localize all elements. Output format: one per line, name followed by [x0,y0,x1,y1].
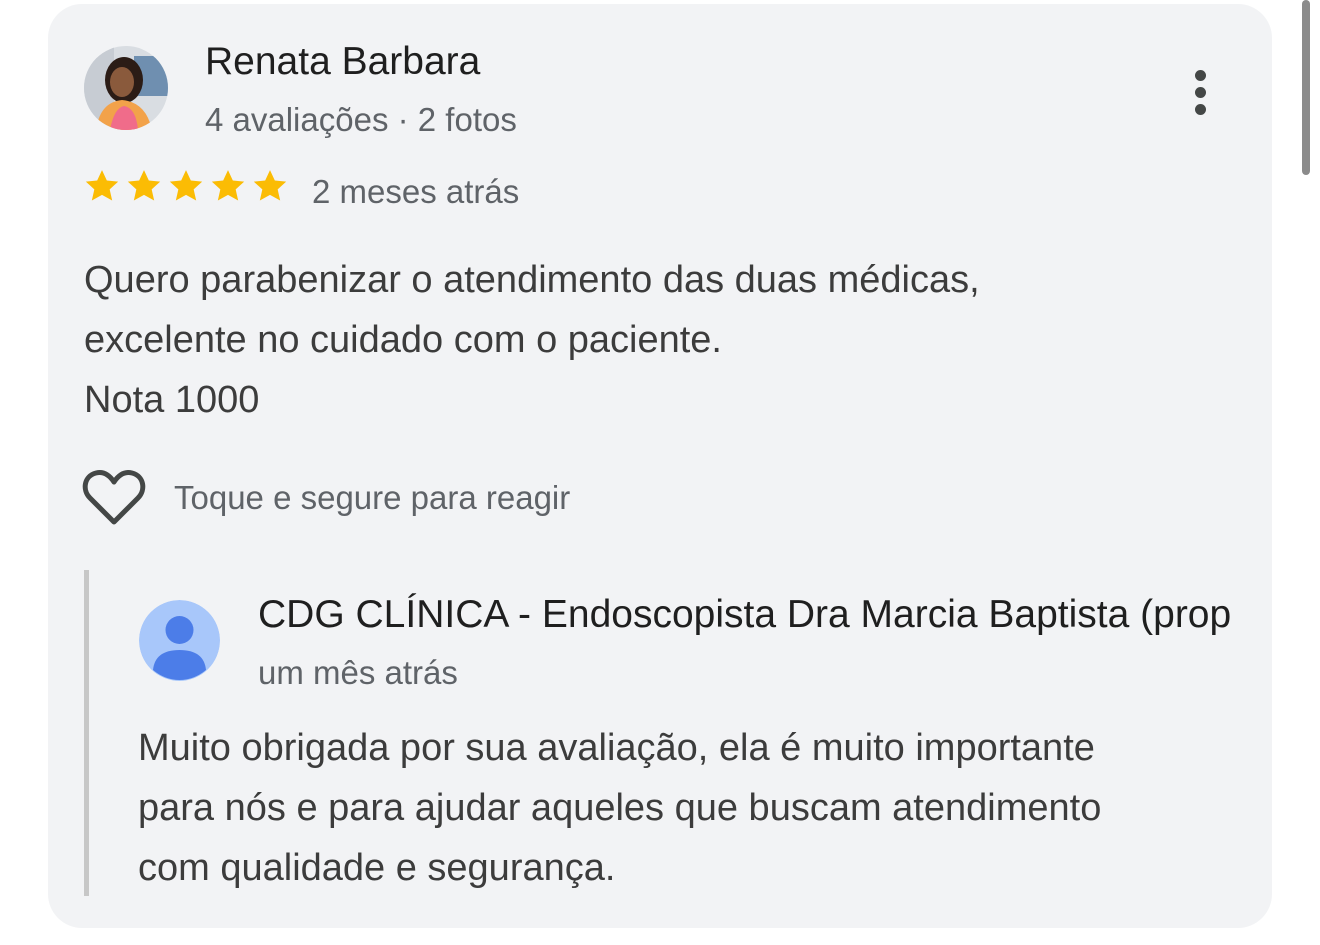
star-icon [127,170,161,201]
more-vert-icon [1194,69,1206,81]
heart-outline-icon [82,470,146,525]
star-icon [253,170,287,201]
more-options-button[interactable] [1176,60,1224,124]
owner-avatar [139,600,220,681]
react-button[interactable]: Toque e segure para reagir [82,468,570,528]
reply-text-line: Muito obrigada por sua avaliação, ela é … [138,727,1095,769]
reply-date: um mês atrás [258,654,458,691]
owner-name: CDG CLÍNICA - Endoscopista Dra Marcia Ba… [258,593,1232,636]
reply-text: Muito obrigada por sua avaliação, ela é … [138,718,1258,898]
reviewer-photo [84,46,168,130]
person-icon [139,600,220,681]
reply-text-line: com qualidade e segurança. [138,847,616,889]
star-icon [169,170,203,201]
reviewer-avatar[interactable] [84,46,168,130]
reply-text-line: para nós e para ajudar aqueles que busca… [138,787,1102,829]
star-rating [82,166,290,206]
review-text-line: excelente no cuidado com o paciente. [84,319,722,361]
more-vert-icon-dot [1194,103,1206,115]
reply-divider [84,570,89,896]
review-date: 2 meses atrás [312,173,520,210]
reviewer-stats[interactable]: 4 avaliações · 2 fotos [205,101,517,139]
star-icon [211,170,245,201]
more-vert-icon-dot [1194,86,1206,98]
review-text-line: Nota 1000 [84,379,260,421]
review-text-line: Quero parabenizar o atendimento das duas… [84,259,980,301]
review-card: Renata Barbara 4 avaliações · 2 fotos 2 … [48,4,1272,928]
reviewer-name[interactable]: Renata Barbara [205,40,480,84]
scrollbar[interactable] [1302,0,1310,175]
react-label: Toque e segure para reagir [174,479,571,516]
star-icon [85,170,119,201]
review-text: Quero parabenizar o atendimento das duas… [84,250,1184,430]
